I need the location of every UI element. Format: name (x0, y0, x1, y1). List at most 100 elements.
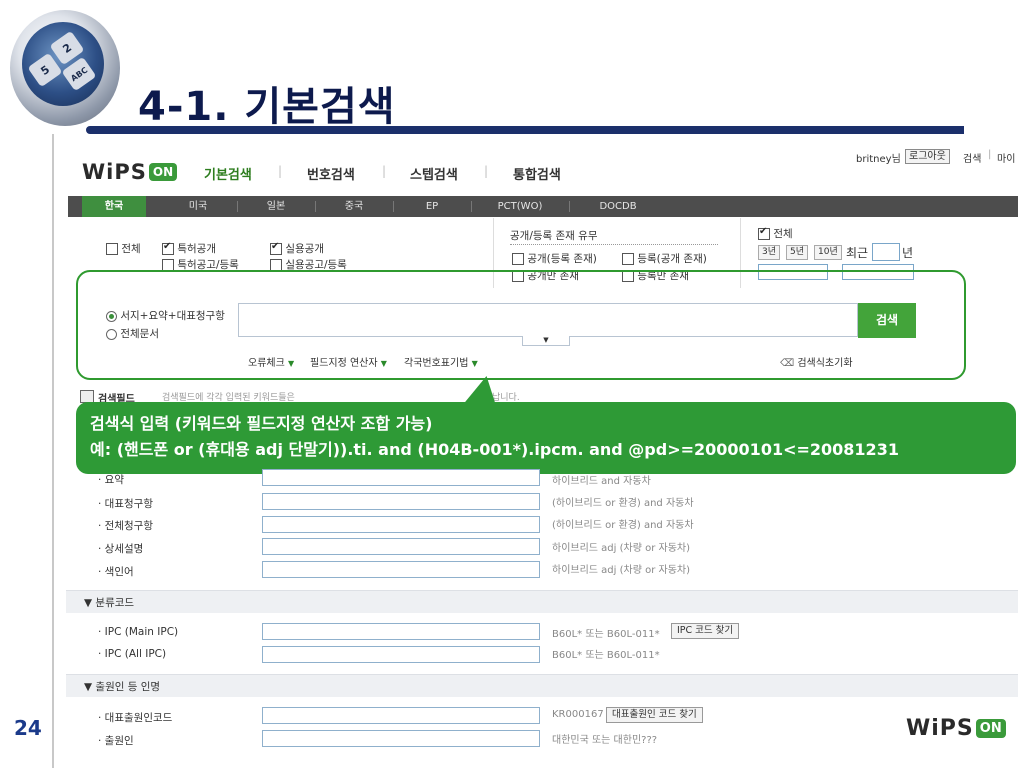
field-label-description: · 상세설명 (98, 543, 144, 555)
field-example-rep-claim: (하이브리드 or 환경) and 자동차 (552, 498, 694, 509)
field-example-all-ipc: B60L* 또는 B60L-011* (552, 650, 660, 661)
field-operator-menu[interactable]: 필드지정 연산자 ▼ (310, 354, 387, 369)
tab-separator: | (382, 164, 387, 178)
field-example-applicant: 대한민국 또는 대한민??? (552, 735, 658, 746)
option-patent-pub[interactable]: 특허공개 (162, 241, 216, 256)
field-operator-label: 필드지정 연산자 (310, 358, 378, 369)
recent-years-input[interactable] (872, 243, 900, 261)
country-number-format-menu[interactable]: 각국번호표기법 ▼ (404, 354, 478, 369)
year-5-button[interactable]: 5년 (786, 245, 809, 260)
field-input-description[interactable] (262, 538, 540, 555)
field-label-rep-claim: · 대표청구항 (98, 498, 153, 510)
option-period-all-label: 전체 (773, 228, 793, 240)
field-label-applicant-code: · 대표출원인코드 (98, 712, 173, 724)
checkbox-utility-pub[interactable] (270, 241, 282, 255)
footer-logo-word: WiPS (906, 716, 974, 741)
field-example-abstract: 하이브리드 and 자동차 (552, 476, 651, 487)
checkbox-reg-exists[interactable] (622, 253, 634, 265)
left-divider (52, 134, 54, 768)
country-tab-bar: 한국 미국 일본 중국 EP PCT(WO) DOCDB (68, 196, 1018, 217)
field-example-description: 하이브리드 adj (차량 or 자동차) (552, 543, 691, 554)
field-label-applicant: · 출원인 (98, 735, 134, 747)
country-tab-pct[interactable]: PCT(WO) (472, 196, 568, 217)
scope-option-full[interactable]: 전체문서 (106, 326, 159, 341)
expand-query-handle[interactable]: ▼ (522, 336, 570, 346)
error-check-label: 오류체크 (248, 358, 285, 369)
caret-down-icon: ▼ (288, 359, 295, 368)
country-tab-china[interactable]: 중국 (316, 196, 392, 217)
user-label: britney님 (856, 154, 901, 165)
applicant-code-search-button[interactable]: 대표출원인 코드 찾기 (606, 707, 703, 723)
top-search-link[interactable]: 검색 (963, 150, 981, 165)
section-title-classification[interactable]: ▼ 분류코드 (84, 595, 134, 610)
option-utility-pub[interactable]: 실용공개 (270, 241, 324, 256)
option-pub-exists[interactable]: 공개(등록 존재) (512, 251, 597, 266)
wips-on-logo[interactable]: WiPS ON (82, 160, 178, 184)
year-10-button[interactable]: 10년 (814, 245, 842, 260)
field-input-all-claims[interactable] (262, 516, 540, 533)
field-label-all-claims: · 전체청구항 (98, 520, 153, 532)
tab-separator: | (278, 164, 283, 178)
field-input-index-terms[interactable] (262, 561, 540, 578)
tab-integrated-search[interactable]: 통합검색 (513, 164, 561, 183)
logo-on-badge: ON (148, 163, 178, 181)
option-reg-exists[interactable]: 등록(공개 존재) (622, 251, 707, 266)
field-input-all-ipc[interactable] (262, 646, 540, 663)
country-tab-japan[interactable]: 일본 (238, 196, 314, 217)
option-utility-pub-label: 실용공개 (285, 243, 324, 255)
field-label-main-ipc: · IPC (Main IPC) (98, 626, 179, 638)
footer-wips-on-logo: WiPS ON (906, 716, 1006, 741)
section-bar-applicant (66, 674, 1018, 697)
field-input-abstract[interactable] (262, 469, 540, 486)
field-example-applicant-code: KR000167 (552, 709, 604, 720)
caret-down-icon: ▼ (471, 359, 478, 368)
option-pub-exists-label: 공개(등록 존재) (527, 253, 597, 265)
publication-status-title: 공개/등록 존재 유무 (510, 230, 598, 242)
tab-number-search[interactable]: 번호검색 (307, 164, 355, 183)
option-reg-exists-label: 등록(공개 존재) (637, 253, 707, 265)
scope-option-bib[interactable]: 서지+요약+대표청구항 (106, 308, 225, 323)
field-input-applicant-code[interactable] (262, 707, 540, 724)
field-label-index-terms: · 색인어 (98, 566, 134, 578)
reset-query-link[interactable]: ⌫ 검색식초기화 (780, 354, 853, 369)
option-patent-pub-label: 특허공개 (177, 243, 216, 255)
radio-scope-bib[interactable] (106, 310, 117, 322)
year-unit-label: 년 (902, 246, 914, 260)
country-tab-docdb[interactable]: DOCDB (570, 196, 666, 217)
tab-separator: | (484, 164, 489, 178)
checkbox-patent-pub[interactable] (162, 241, 174, 255)
field-input-rep-claim[interactable] (262, 493, 540, 510)
year-3-button[interactable]: 3년 (758, 245, 781, 260)
ipc-code-search-button[interactable]: IPC 코드 찾기 (671, 623, 740, 639)
option-all-label: 전체 (121, 243, 141, 255)
publication-status-divider (510, 244, 718, 245)
field-example-all-claims: (하이브리드 or 환경) and 자동차 (552, 520, 694, 531)
country-tab-ep[interactable]: EP (394, 196, 470, 217)
top-my-link[interactable]: 마이 (997, 150, 1015, 165)
callout-line-2: 예: (핸드폰 or (휴대용 adj 단말기)).ti. and (H04B-… (90, 440, 899, 459)
radio-scope-full[interactable] (106, 328, 117, 340)
section-bar-classification (66, 590, 1018, 613)
country-tab-usa[interactable]: 미국 (160, 196, 236, 217)
recent-label: 최근 (846, 246, 869, 260)
slide-title: 4-1. 기본검색 (138, 84, 396, 130)
eraser-icon: ⌫ (780, 358, 795, 369)
field-input-main-ipc[interactable] (262, 623, 540, 640)
country-tab-korea[interactable]: 한국 (82, 196, 146, 217)
checkbox-period-all[interactable] (758, 226, 770, 240)
logo-word: WiPS (82, 160, 147, 184)
field-input-applicant[interactable] (262, 730, 540, 747)
scope-full-label: 전체문서 (120, 328, 159, 340)
tab-step-search[interactable]: 스텝검색 (410, 164, 458, 183)
search-button[interactable]: 검색 (858, 303, 916, 338)
error-check-menu[interactable]: 오류체크 ▼ (248, 354, 294, 369)
option-all[interactable]: 전체 (106, 241, 141, 256)
option-period-all[interactable]: 전체 (758, 226, 793, 241)
tab-basic-search[interactable]: 기본검색 (204, 164, 252, 183)
checkbox-pub-exists[interactable] (512, 253, 524, 265)
callout-line-1: 검색식 입력 (키워드와 필드지정 연산자 조합 가능) (90, 414, 433, 433)
section-title-applicant[interactable]: ▼ 출원인 등 인명 (84, 679, 160, 694)
checkbox-all[interactable] (106, 243, 118, 255)
logout-button[interactable]: 로그아웃 (905, 149, 950, 164)
search-query-input[interactable] (238, 303, 858, 337)
